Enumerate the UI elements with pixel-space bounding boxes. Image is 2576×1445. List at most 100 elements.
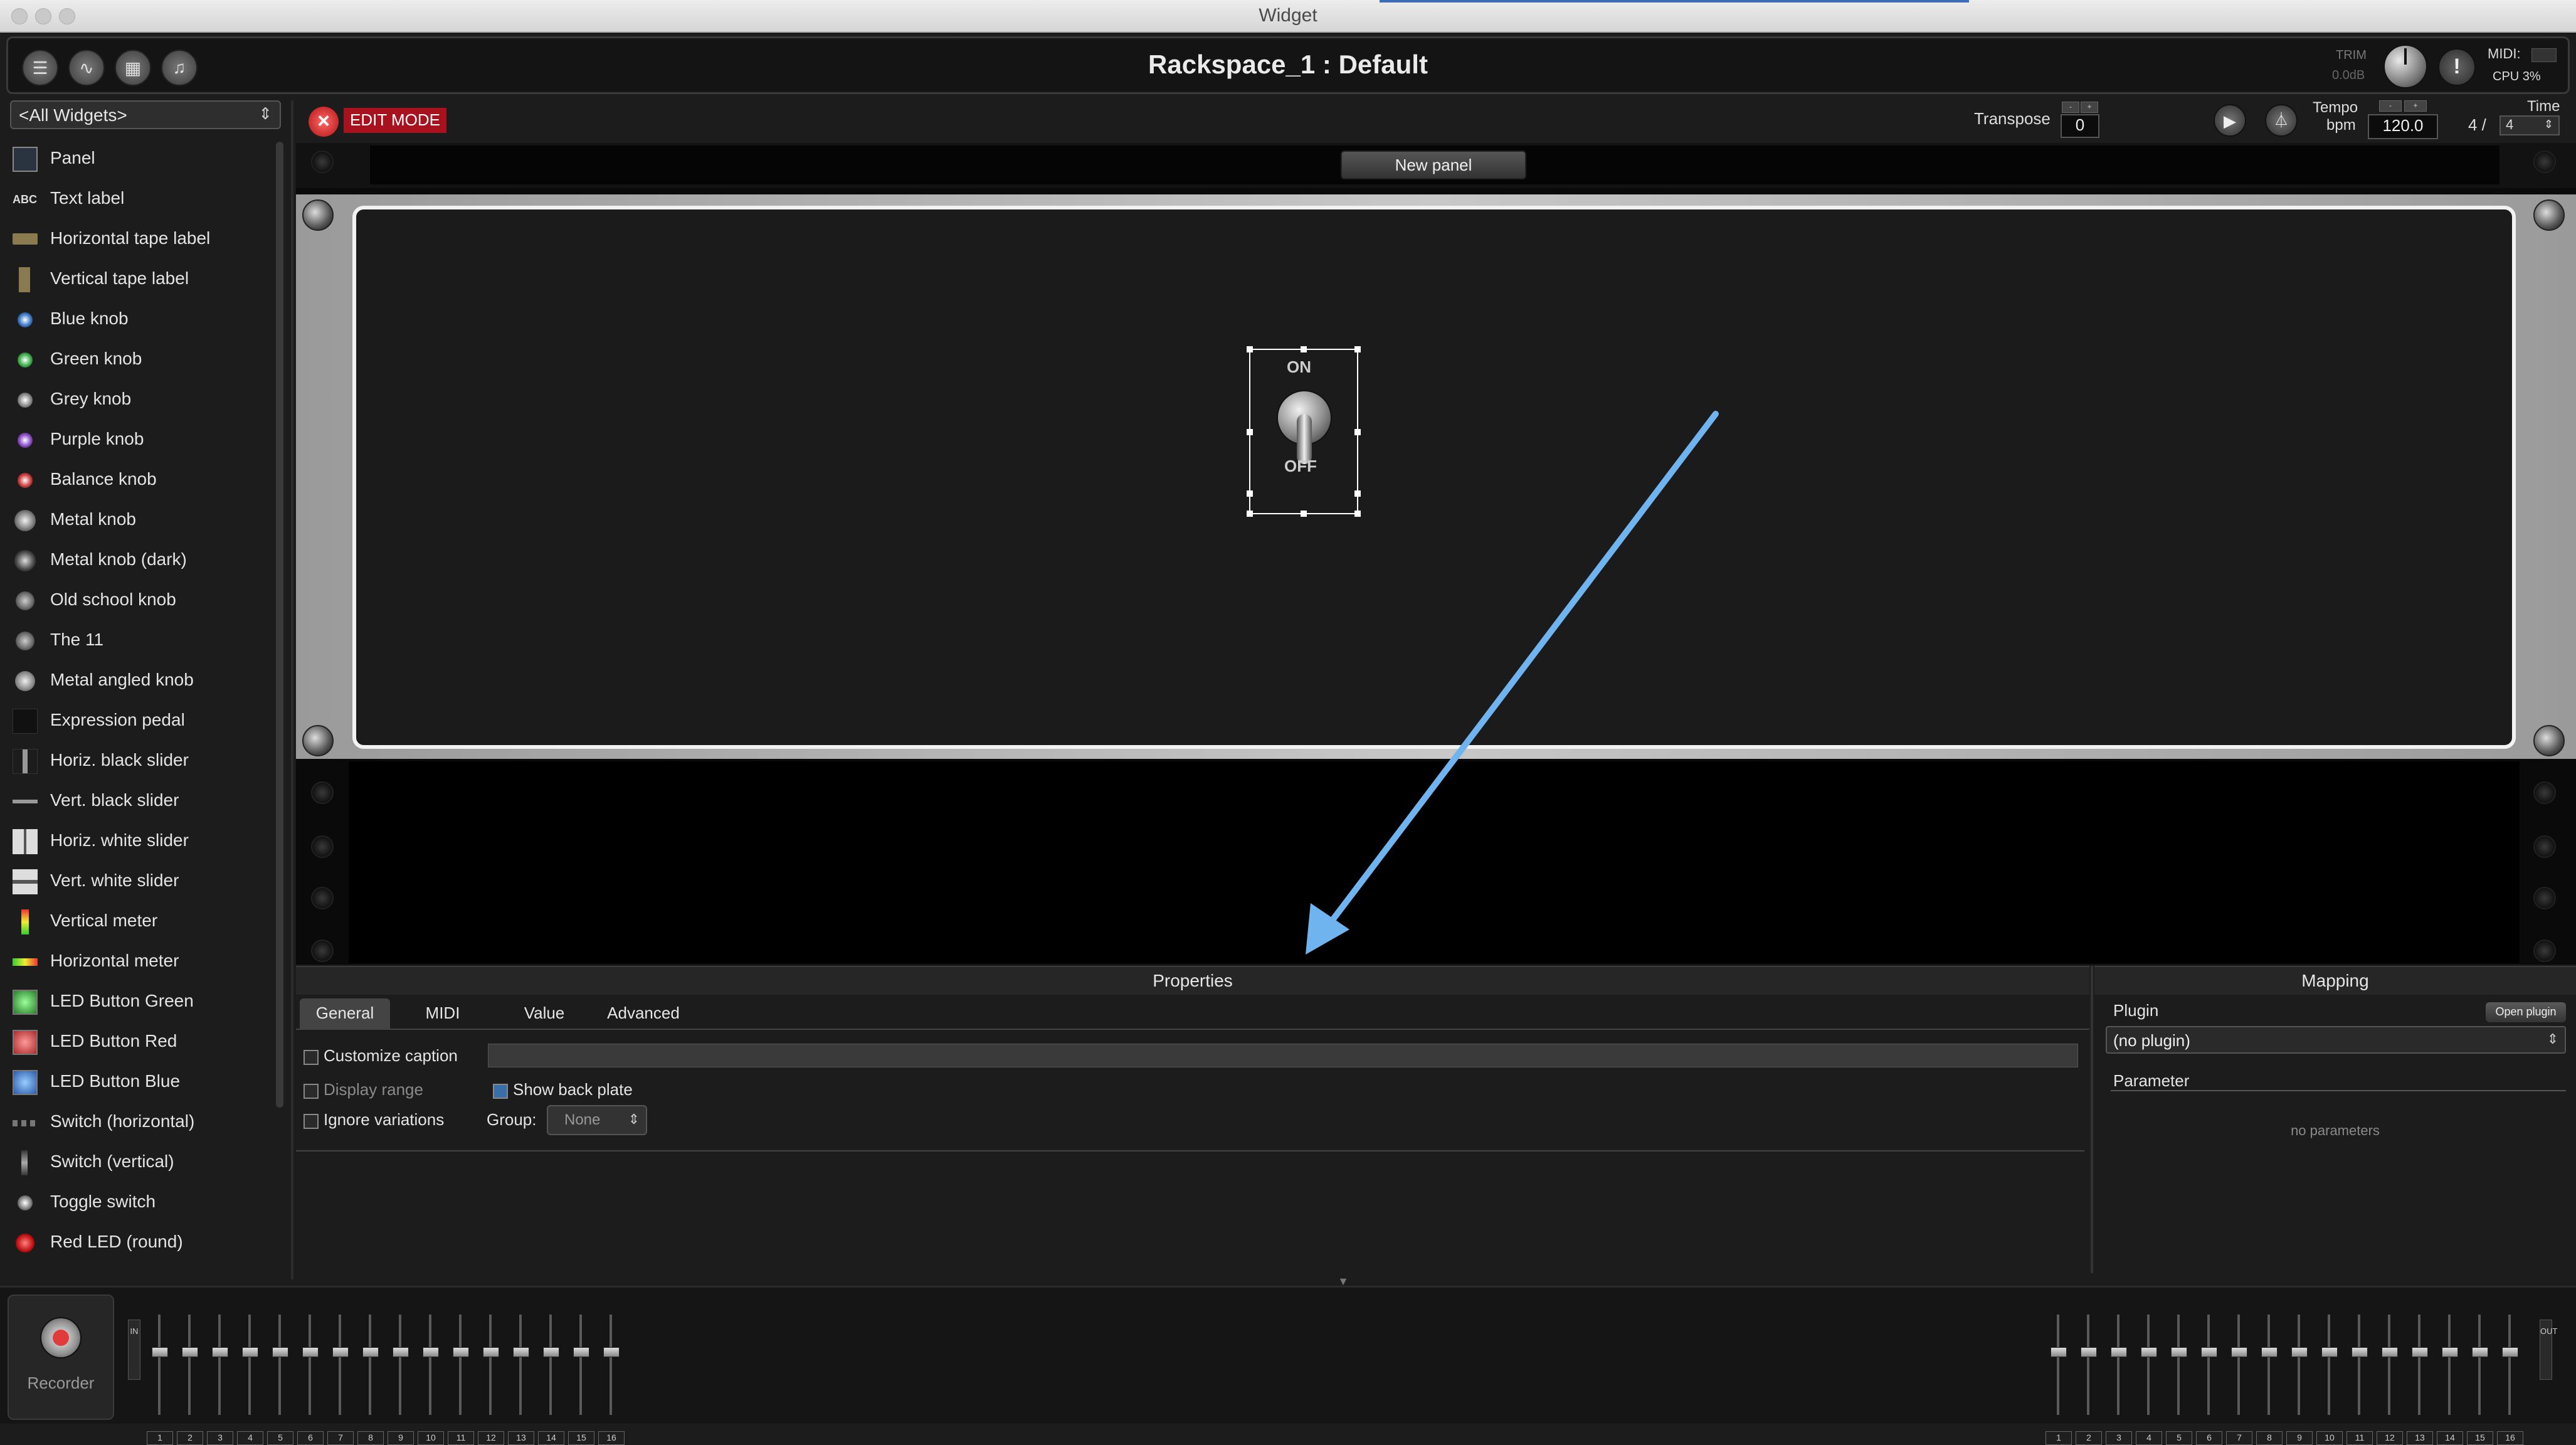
input-fader[interactable]: 1	[144, 1315, 174, 1445]
widget-item-green-knob[interactable]: Green knob	[0, 340, 276, 378]
fader-thumb[interactable]	[603, 1347, 620, 1357]
fader-thumb[interactable]	[2321, 1347, 2338, 1357]
fader-thumb[interactable]	[2472, 1347, 2488, 1357]
output-fader[interactable]: 2	[2073, 1315, 2103, 1445]
time-signature-denominator-select[interactable]: 4 ⇕	[2499, 115, 2560, 135]
output-fader[interactable]: 4	[2133, 1315, 2163, 1445]
ignore-variations-checkbox[interactable]	[304, 1114, 319, 1129]
open-plugin-button[interactable]: Open plugin	[2486, 1002, 2566, 1022]
fader-thumb[interactable]	[2442, 1347, 2458, 1357]
widget-item-metal-knob[interactable]: Metal knob	[0, 500, 276, 538]
output-fader[interactable]: 1	[2043, 1315, 2073, 1445]
input-fader[interactable]: 15	[566, 1315, 596, 1445]
fader-thumb[interactable]	[182, 1347, 198, 1357]
record-button[interactable]	[40, 1317, 82, 1358]
input-fader[interactable]: 11	[445, 1315, 475, 1445]
transpose-down-button[interactable]: -	[2062, 102, 2079, 113]
fader-thumb[interactable]	[573, 1347, 589, 1357]
widget-item-led-button-red[interactable]: LED Button Red	[0, 1022, 276, 1060]
input-fader[interactable]: 6	[295, 1315, 325, 1445]
output-fader[interactable]: 11	[2344, 1315, 2374, 1445]
tempo-value[interactable]: 120.0	[2368, 114, 2438, 139]
resize-handle[interactable]	[1247, 511, 1253, 517]
fader-thumb[interactable]	[2382, 1347, 2398, 1357]
widget-item-horiz-white-slider[interactable]: Horiz. white slider	[0, 822, 276, 859]
widget-item-blue-knob[interactable]: Blue knob	[0, 300, 276, 337]
group-select[interactable]: None ⇕	[547, 1105, 647, 1135]
widget-list-scrollbar[interactable]	[276, 142, 283, 1108]
output-fader[interactable]: 5	[2163, 1315, 2193, 1445]
customize-caption-checkbox[interactable]	[304, 1050, 319, 1065]
input-fader[interactable]: 8	[355, 1315, 385, 1445]
output-fader[interactable]: 9	[2284, 1315, 2314, 1445]
fader-thumb[interactable]	[2051, 1347, 2067, 1357]
resize-handle[interactable]	[1301, 346, 1307, 352]
resize-handle[interactable]	[1247, 490, 1253, 497]
input-fader[interactable]: 7	[325, 1315, 355, 1445]
widget-item-grey-knob[interactable]: Grey knob	[0, 380, 276, 418]
fader-thumb[interactable]	[2261, 1347, 2278, 1357]
output-fader[interactable]: 7	[2224, 1315, 2254, 1445]
fader-thumb[interactable]	[2081, 1347, 2097, 1357]
widget-item-purple-knob[interactable]: Purple knob	[0, 420, 276, 458]
trim-knob[interactable]	[2383, 45, 2427, 88]
widget-item-switch-horizontal[interactable]: Switch (horizontal)	[0, 1103, 276, 1140]
widget-item-vert-white-slider[interactable]: Vert. white slider	[0, 862, 276, 899]
fader-thumb[interactable]	[2171, 1347, 2187, 1357]
resize-handle[interactable]	[1247, 429, 1253, 435]
fader-thumb[interactable]	[272, 1347, 288, 1357]
output-fader[interactable]: 3	[2103, 1315, 2133, 1445]
fader-thumb[interactable]	[423, 1347, 439, 1357]
widget-item-vertical-meter[interactable]: Vertical meter	[0, 902, 276, 940]
widget-item-horiz-black-slider[interactable]: Horiz. black slider	[0, 741, 276, 779]
widget-item-toggle-switch[interactable]: Toggle switch	[0, 1183, 276, 1220]
widget-item-horizontal-meter[interactable]: Horizontal meter	[0, 942, 276, 980]
input-fader[interactable]: 3	[204, 1315, 235, 1445]
plugin-select[interactable]: (no plugin) ⇕	[2106, 1026, 2566, 1054]
tempo-down-button[interactable]: -	[2379, 100, 2402, 112]
output-fader[interactable]: 10	[2314, 1315, 2344, 1445]
input-fader[interactable]: 14	[536, 1315, 566, 1445]
input-fader[interactable]: 5	[265, 1315, 295, 1445]
fader-thumb[interactable]	[2231, 1347, 2247, 1357]
tab-midi[interactable]: MIDI	[411, 998, 474, 1029]
widget-item-led-button-green[interactable]: LED Button Green	[0, 982, 276, 1020]
input-fader[interactable]: 13	[505, 1315, 536, 1445]
panic-button[interactable]: !	[2438, 48, 2476, 86]
exit-edit-mode-icon[interactable]: ×	[309, 107, 339, 137]
fader-thumb[interactable]	[302, 1347, 319, 1357]
transpose-up-button[interactable]: +	[2081, 102, 2098, 113]
play-button[interactable]: ▶	[2214, 104, 2246, 137]
fader-thumb[interactable]	[2352, 1347, 2368, 1357]
fader-thumb[interactable]	[2291, 1347, 2308, 1357]
fader-thumb[interactable]	[2141, 1347, 2157, 1357]
widget-item-vertical-tape-label[interactable]: Vertical tape label	[0, 260, 276, 297]
fader-thumb[interactable]	[513, 1347, 529, 1357]
output-fader[interactable]: 16	[2494, 1315, 2525, 1445]
resize-handle[interactable]	[1247, 346, 1253, 352]
output-fader[interactable]: 14	[2434, 1315, 2464, 1445]
input-fader[interactable]: 4	[235, 1315, 265, 1445]
fader-thumb[interactable]	[483, 1347, 499, 1357]
widget-filter-select[interactable]: <All Widgets> ⇕	[10, 100, 281, 129]
tempo-up-button[interactable]: +	[2404, 100, 2427, 112]
tab-general[interactable]: General	[300, 998, 390, 1029]
input-fader[interactable]: 10	[415, 1315, 445, 1445]
tab-advanced[interactable]: Advanced	[599, 998, 687, 1029]
fader-thumb[interactable]	[2201, 1347, 2217, 1357]
output-fader[interactable]: 13	[2404, 1315, 2434, 1445]
new-panel-button[interactable]: New panel	[1341, 151, 1526, 179]
widget-item-expression-pedal[interactable]: Expression pedal	[0, 701, 276, 739]
caption-input[interactable]	[488, 1044, 2078, 1067]
output-fader[interactable]: 6	[2193, 1315, 2224, 1445]
show-back-plate-checkbox[interactable]	[493, 1084, 508, 1099]
widget-item-vert-black-slider[interactable]: Vert. black slider	[0, 781, 276, 819]
sidebar-divider[interactable]	[291, 100, 293, 1279]
widget-item-horizontal-tape-label[interactable]: Horizontal tape label	[0, 220, 276, 257]
transpose-value[interactable]: 0	[2061, 114, 2099, 138]
output-fader[interactable]: 15	[2464, 1315, 2494, 1445]
widget-item-metal-angled-knob[interactable]: Metal angled knob	[0, 661, 276, 699]
widget-item-text-label[interactable]: ABC Text label	[0, 179, 276, 217]
fader-thumb[interactable]	[362, 1347, 379, 1357]
fader-thumb[interactable]	[543, 1347, 559, 1357]
